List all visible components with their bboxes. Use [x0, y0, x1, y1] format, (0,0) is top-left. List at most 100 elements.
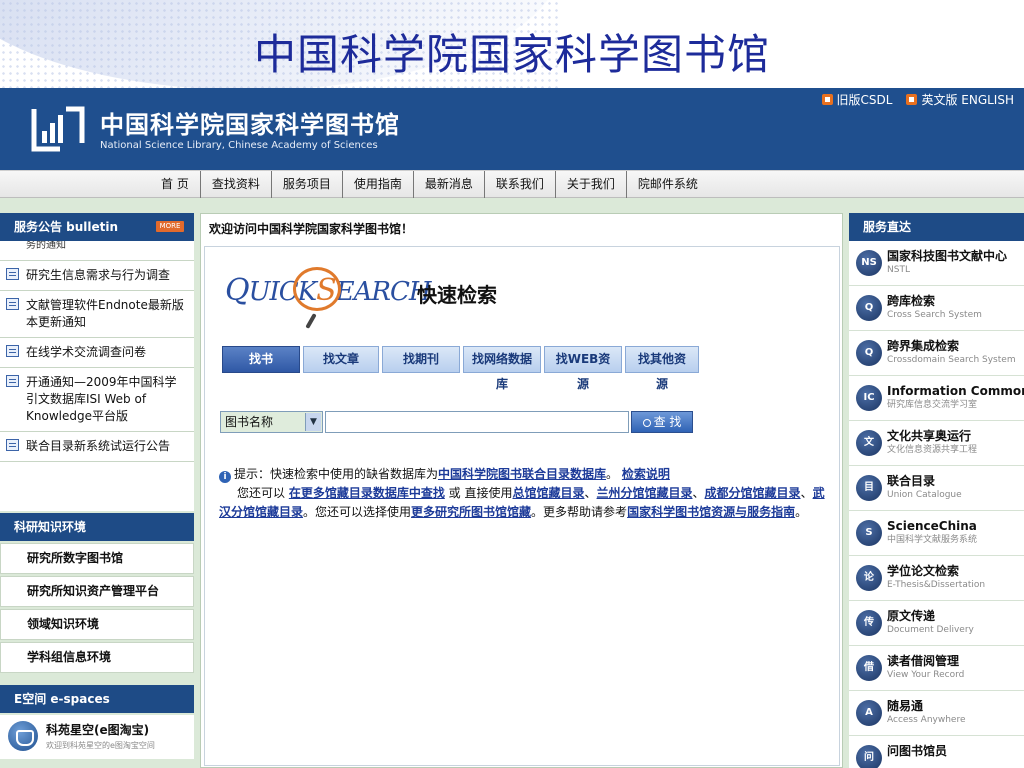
- search-button[interactable]: 查 找: [631, 411, 693, 433]
- search-help-link[interactable]: 检索说明: [622, 467, 670, 481]
- bag-icon: [8, 721, 38, 751]
- nav-news[interactable]: 最新消息: [414, 171, 485, 199]
- service-sciencechina[interactable]: S ScienceChina 中国科学文献服务系统: [849, 511, 1024, 556]
- tab-find-web[interactable]: 找WEB资源: [544, 346, 622, 391]
- services-list: NS 国家科技图书文献中心 NSTL Q 跨库检索 Cross Search Syste…: [849, 241, 1024, 768]
- bulletin-more-button[interactable]: MORE: [156, 221, 184, 232]
- list-item[interactable]: 文献管理软件Endnote最新版本更新通知: [0, 291, 194, 338]
- list-item[interactable]: 研究生信息需求与行为调查: [0, 261, 194, 291]
- old-csdl-link[interactable]: 旧版CSDL: [821, 91, 893, 108]
- welcome-title: 欢迎访问中国科学院国家科学图书馆！: [209, 222, 414, 236]
- english-version-label: 英文版 ENGLISH: [921, 93, 1014, 107]
- tab-find-journals[interactable]: 找期刊: [382, 346, 460, 373]
- institute-libraries-link[interactable]: 更多研究所图书馆馆藏: [411, 505, 531, 519]
- quick-search-panel: QUICKSEARCH 快速检索 找书 找文章 找期刊 找网络数据库 找WEB资…: [204, 246, 840, 766]
- service-guide-link[interactable]: 国家科学图书馆资源与服务指南: [627, 505, 795, 519]
- site-name[interactable]: 中国科学院国家科学图书馆: [100, 105, 400, 140]
- slide-banner: 中国科学院国家科学图书馆: [0, 0, 1024, 88]
- search-tabs: 找书 找文章 找期刊 找网络数据库 找WEB资源 找其他资源: [222, 346, 699, 391]
- bulletin-list[interactable]: 务的通知 研究生信息需求与行为调查 文献管理软件Endnote最新版本更新通知 …: [0, 241, 194, 511]
- service-title: 问图书馆员: [887, 744, 948, 758]
- knowledge-item-group-env[interactable]: 学科组信息环境: [0, 642, 194, 673]
- reader-icon: 借: [856, 655, 882, 681]
- document-icon: [6, 298, 19, 310]
- home-icon: [821, 94, 833, 105]
- nav-about[interactable]: 关于我们: [556, 171, 627, 199]
- right-sidebar: 服务直达 NS 国家科技图书文献中心 NSTL Q 跨库检索 Cross Search …: [849, 213, 1024, 768]
- service-nstl[interactable]: NS 国家科技图书文献中心 NSTL: [849, 241, 1024, 286]
- tab-find-books[interactable]: 找书: [222, 346, 300, 373]
- access-icon: A: [856, 700, 882, 726]
- chevron-down-icon[interactable]: ▼: [305, 413, 321, 431]
- list-item[interactable]: 在线学术交流调查问卷: [0, 338, 194, 368]
- main-content: 欢迎访问中国科学院国家科学图书馆！ QUICKSEARCH 快速检索 找书 找文…: [200, 213, 843, 768]
- catalogue-icon: 目: [856, 475, 882, 501]
- tab-find-articles[interactable]: 找文章: [303, 346, 379, 373]
- nav-menu: 首 页 查找资料 服务项目 使用指南 最新消息 联系我们 关于我们 院邮件系统: [150, 171, 709, 199]
- knowledge-item-domain-env[interactable]: 领域知识环境: [0, 609, 194, 640]
- list-item[interactable]: 联合目录新系统试运行公告: [0, 432, 194, 462]
- service-information-commons[interactable]: IC Information Commons 研究库信息交流学习室: [849, 376, 1024, 421]
- delivery-icon: 传: [856, 610, 882, 636]
- library-logo-icon[interactable]: [30, 103, 90, 153]
- service-subtitle: NSTL: [887, 265, 910, 275]
- tip-text: 。您还可以选择使用: [303, 505, 412, 519]
- service-cross-search[interactable]: Q 跨库检索 Cross Search System: [849, 286, 1024, 331]
- magnifier-icon: [293, 267, 341, 311]
- service-title: 学位论文检索: [887, 564, 960, 578]
- nav-contact[interactable]: 联系我们: [485, 171, 556, 199]
- bulletin-item-label: 文献管理软件Endnote最新版本更新通知: [26, 298, 184, 329]
- search-tip: i 提示：快速检索中使用的缺省数据库为中国科学院图书联合目录数据库。 检索说明 您…: [219, 465, 829, 522]
- nav-guide[interactable]: 使用指南: [343, 171, 414, 199]
- quick-search-title: 快速检索: [417, 283, 497, 307]
- service-subtitle: E-Thesis&Dissertation: [887, 580, 986, 590]
- more-catalogs-link[interactable]: 在更多馆藏目录数据库中查找: [289, 486, 445, 500]
- service-subtitle: Union Catalogue: [887, 490, 962, 500]
- search-icon: Q: [856, 340, 882, 366]
- service-reader-record[interactable]: 借读者借阅管理 View Your Record: [849, 646, 1024, 691]
- service-thesis-search[interactable]: 论学位论文检索 E-Thesis&Dissertation: [849, 556, 1024, 601]
- search-input[interactable]: [325, 411, 629, 433]
- main-catalog-link[interactable]: 总馆馆藏目录: [512, 486, 584, 500]
- tip-text: 提示：快速检索中使用的缺省数据库为: [234, 467, 439, 481]
- document-icon: [6, 375, 19, 387]
- service-union-catalogue[interactable]: 目联合目录 Union Catalogue: [849, 466, 1024, 511]
- service-title: 联合目录: [887, 474, 936, 488]
- tab-find-databases[interactable]: 找网络数据库: [463, 346, 541, 391]
- knowledge-item-digital-library[interactable]: 研究所数字图书馆: [0, 543, 194, 574]
- lanzhou-catalog-link[interactable]: 兰州分馆馆藏目录: [597, 486, 693, 500]
- knowledge-item-asset-platform[interactable]: 研究所知识资产管理平台: [0, 576, 194, 607]
- thesis-icon: 论: [856, 565, 882, 591]
- list-item[interactable]: 开通通知—2009年中国科学引文数据库ISI Web of Knowledge平…: [0, 368, 194, 432]
- service-title: ScienceChina: [887, 519, 977, 533]
- default-database-link[interactable]: 中国科学院图书联合目录数据库: [438, 467, 606, 481]
- tip-text: 。更多帮助请参考: [531, 505, 628, 519]
- service-crossdomain-search[interactable]: Q 跨界集成检索 Crossdomain Search System: [849, 331, 1024, 376]
- service-ask-librarian[interactable]: 问问图书馆员: [849, 736, 1024, 768]
- culture-icon: 文: [856, 430, 882, 456]
- nav-services[interactable]: 服务项目: [272, 171, 343, 199]
- chengdu-catalog-link[interactable]: 成都分馆馆藏目录: [705, 486, 801, 500]
- nav-mail-system[interactable]: 院邮件系统: [627, 171, 709, 199]
- service-document-delivery[interactable]: 传原文传递 Document Delivery: [849, 601, 1024, 646]
- nav-find-resources[interactable]: 查找资料: [201, 171, 272, 199]
- service-subtitle: 中国科学文献服务系统: [887, 535, 978, 545]
- bulletin-item-label: 在线学术交流调查问卷: [26, 345, 147, 359]
- list-item[interactable]: 务的通知: [0, 241, 194, 261]
- service-culture-share[interactable]: 文文化共享奥运行 文化信息资源共享工程: [849, 421, 1024, 466]
- service-access-anywhere[interactable]: A 随易通 Access Anywhere: [849, 691, 1024, 736]
- nav-home[interactable]: 首 页: [150, 171, 201, 199]
- old-csdl-label: 旧版CSDL: [836, 93, 893, 107]
- tab-find-other[interactable]: 找其他资源: [625, 346, 699, 391]
- tip-text: 、: [584, 486, 597, 500]
- service-subtitle: Access Anywhere: [887, 715, 966, 725]
- site-name-english: National Science Library, Chinese Academ…: [100, 140, 378, 151]
- search-icon: Q: [856, 295, 882, 321]
- search-field-select[interactable]: 图书名称 ▼: [220, 411, 323, 433]
- service-subtitle: Document Delivery: [887, 625, 974, 635]
- service-title: 读者借阅管理: [887, 654, 960, 668]
- espace-item[interactable]: 科苑星空(e图淘宝) 欢迎到科苑星空的e图淘宝空间: [0, 715, 194, 759]
- english-version-link[interactable]: 英文版 ENGLISH: [906, 91, 1014, 108]
- main-navbar: 首 页 查找资料 服务项目 使用指南 最新消息 联系我们 关于我们 院邮件系统: [0, 170, 1024, 199]
- bulletin-item-label: 联合目录新系统试运行公告: [26, 439, 171, 453]
